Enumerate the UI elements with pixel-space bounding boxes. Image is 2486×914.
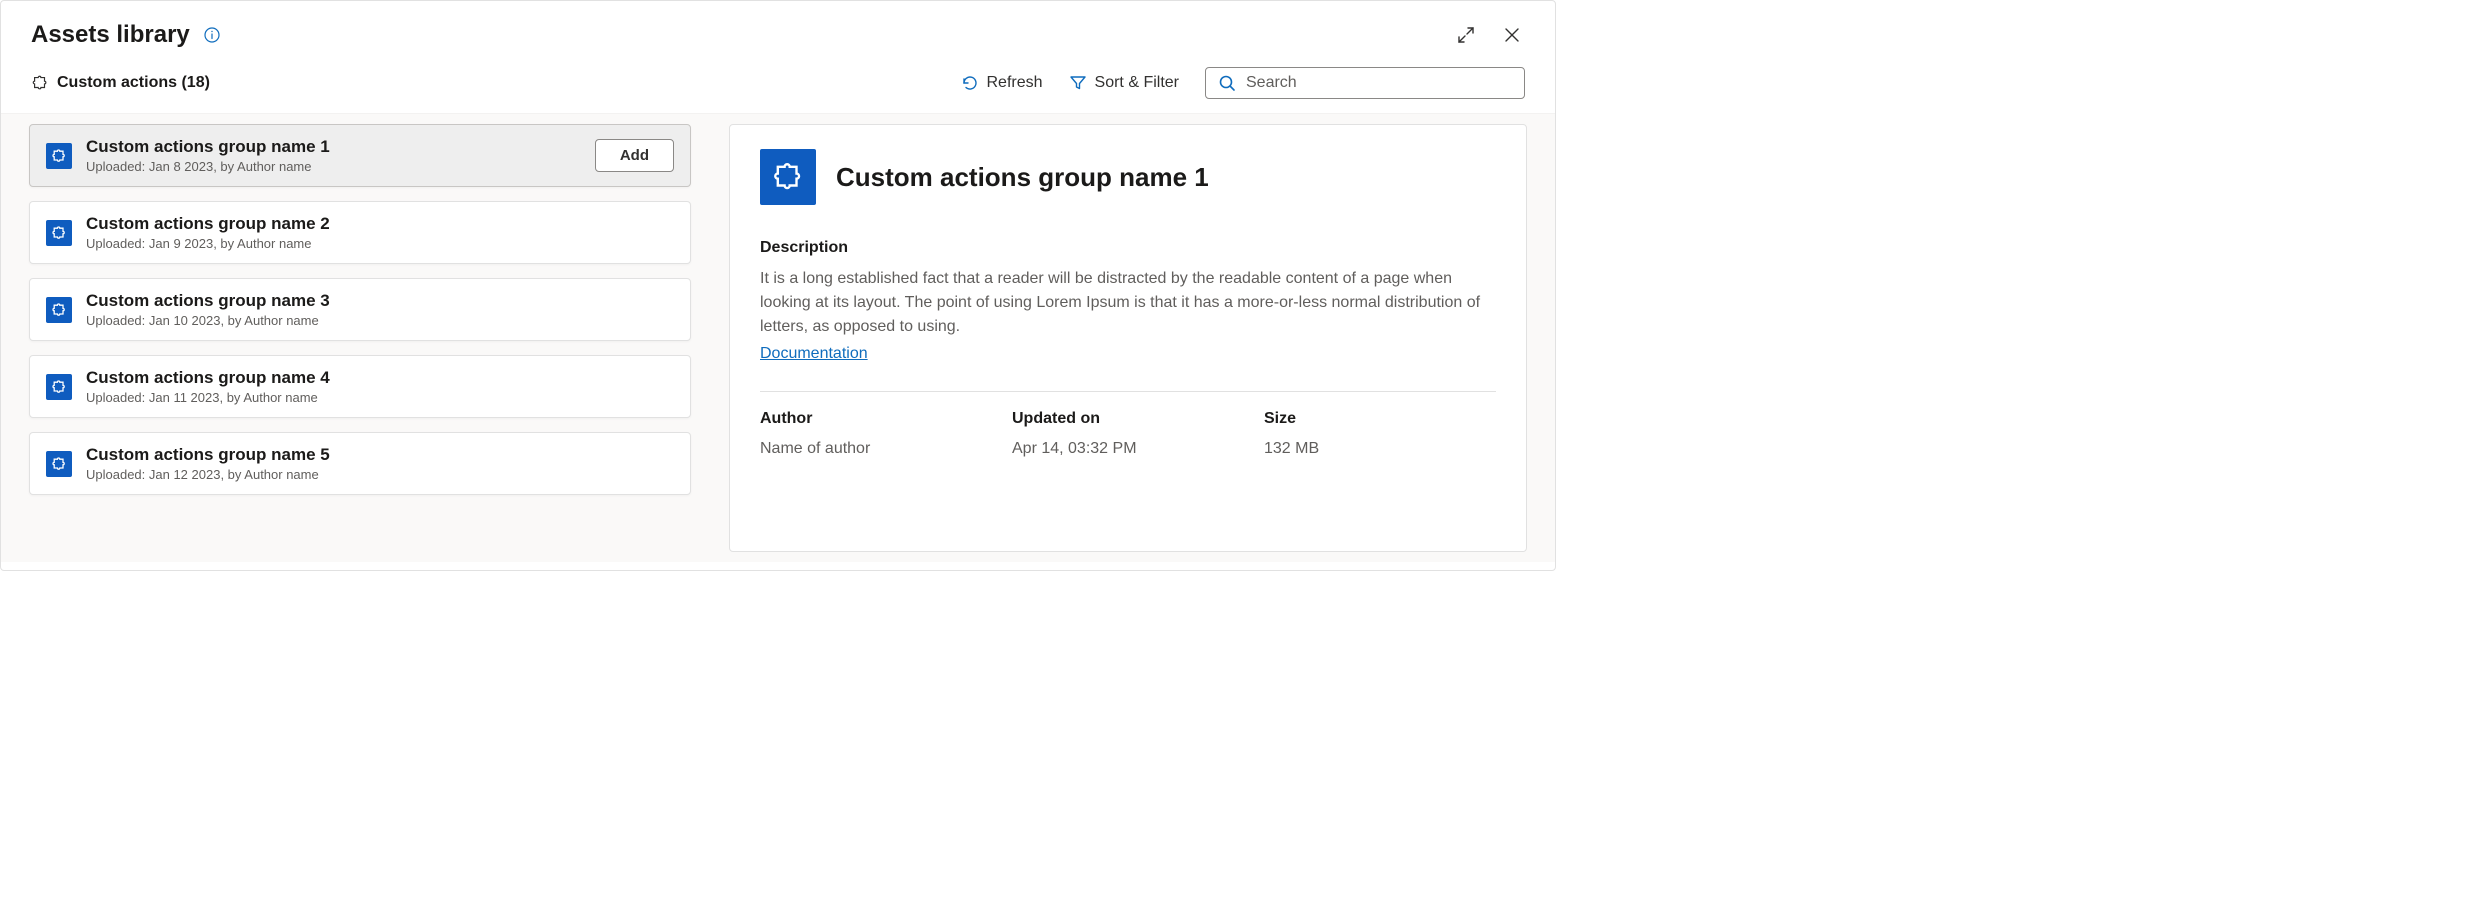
list-item-title: Custom actions group name 3 [86,291,674,311]
puzzle-icon [46,143,72,169]
detail-title: Custom actions group name 1 [836,162,1209,193]
list-item[interactable]: Custom actions group name 1 Uploaded: Jan… [29,124,691,187]
list-item-title: Custom actions group name 2 [86,214,674,234]
list-item-subtitle: Uploaded: Jan 11 2023, by Author name [86,390,674,405]
updated-value: Apr 14, 03:32 PM [1012,440,1244,458]
puzzle-icon [46,297,72,323]
updated-label: Updated on [1012,410,1244,428]
puzzle-icon [46,220,72,246]
divider [760,391,1496,392]
refresh-button[interactable]: Refresh [961,74,1043,92]
list-item-title: Custom actions group name 4 [86,368,674,388]
info-icon[interactable] [204,27,220,43]
assets-library-panel: Assets library [0,0,1556,571]
list-item-text: Custom actions group name 5 Uploaded: Jan… [86,445,674,482]
list-column[interactable]: Custom actions group name 1 Uploaded: Jan… [15,114,705,562]
list-item-subtitle: Uploaded: Jan 12 2023, by Author name [86,467,674,482]
detail-column: Custom actions group name 1 Description … [729,124,1527,552]
detail-header: Custom actions group name 1 [760,149,1496,205]
add-button[interactable]: Add [595,139,674,172]
list-item[interactable]: Custom actions group name 3 Uploaded: Jan… [29,278,691,341]
toolbar-right: Refresh Sort & Filter [961,67,1526,99]
puzzle-icon [46,374,72,400]
list-item-text: Custom actions group name 3 Uploaded: Jan… [86,291,674,328]
description-text: It is a long established fact that a rea… [760,267,1496,339]
close-icon[interactable] [1499,22,1525,48]
list-item-text: Custom actions group name 2 Uploaded: Jan… [86,214,674,251]
page-title: Assets library [31,21,190,49]
documentation-link[interactable]: Documentation [760,345,868,362]
content-area: Custom actions group name 1 Uploaded: Jan… [1,113,1555,562]
search-input[interactable] [1246,74,1512,92]
description-label: Description [760,239,1496,257]
search-icon [1218,74,1236,92]
list-item-title: Custom actions group name 1 [86,137,581,157]
sort-filter-button[interactable]: Sort & Filter [1069,74,1179,92]
title-group: Assets library [31,21,220,49]
author-label: Author [760,410,992,428]
list-item-text: Custom actions group name 4 Uploaded: Jan… [86,368,674,405]
header-controls [1453,22,1525,48]
list-item[interactable]: Custom actions group name 2 Uploaded: Jan… [29,201,691,264]
search-box[interactable] [1205,67,1525,99]
expand-icon[interactable] [1453,22,1479,48]
author-value: Name of author [760,440,992,458]
panel-header: Assets library [1,1,1555,57]
section-title: Custom actions (18) [57,74,210,92]
puzzle-icon [31,74,49,92]
list-item-subtitle: Uploaded: Jan 10 2023, by Author name [86,313,674,328]
meta-grid: Author Updated on Size Name of author Ap… [760,410,1496,458]
sort-filter-label: Sort & Filter [1095,74,1179,92]
list-item-title: Custom actions group name 5 [86,445,674,465]
toolbar: Custom actions (18) Refresh Sort & Filte… [1,57,1555,113]
list-item-subtitle: Uploaded: Jan 8 2023, by Author name [86,159,581,174]
puzzle-icon [46,451,72,477]
list-item-subtitle: Uploaded: Jan 9 2023, by Author name [86,236,674,251]
refresh-label: Refresh [987,74,1043,92]
list-item-text: Custom actions group name 1 Uploaded: Jan… [86,137,581,174]
list-item[interactable]: Custom actions group name 5 Uploaded: Jan… [29,432,691,495]
size-label: Size [1264,410,1496,428]
size-value: 132 MB [1264,440,1496,458]
list-item[interactable]: Custom actions group name 4 Uploaded: Jan… [29,355,691,418]
puzzle-icon [760,149,816,205]
toolbar-left: Custom actions (18) [31,74,210,92]
